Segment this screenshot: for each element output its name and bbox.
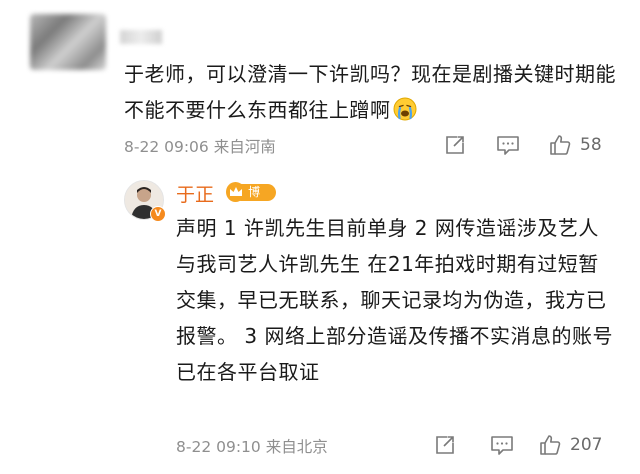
reply-meta-text: 8-22 09:10 来自北京	[176, 435, 328, 457]
comment-icon	[491, 436, 513, 455]
reply-location: 来自北京	[265, 438, 328, 456]
comment-icon	[497, 136, 519, 155]
share-icon	[446, 136, 464, 154]
like-count: 58	[580, 135, 602, 155]
share-button[interactable]	[444, 133, 466, 157]
reply-body: 声明 1 许凯先生目前单身 2 网传造谣涉及艺人与我司艺人许凯先生 在21年拍戏…	[176, 216, 613, 384]
crying-face-icon	[393, 96, 417, 132]
comment-text: 于老师，可以澄清一下许凯吗？现在是剧播关键时期能不能不要什么东西都往上蹭啊	[124, 62, 616, 122]
like-button[interactable]: 58	[548, 133, 602, 157]
reply-time: 8-22 09:10	[176, 438, 261, 456]
share-icon	[436, 436, 454, 454]
reply-share-button[interactable]	[434, 433, 456, 457]
verified-badge-icon: V	[150, 206, 166, 222]
reply-button[interactable]	[496, 133, 520, 157]
commenter-avatar[interactable]	[30, 14, 106, 70]
comment-meta: 8-22 09:06 来自河南 58	[124, 133, 620, 157]
crown-icon	[226, 182, 246, 202]
author-name[interactable]: 于正	[176, 180, 214, 207]
comment-location: 来自河南	[213, 138, 276, 156]
thumbs-up-icon	[550, 135, 571, 155]
comment-body: 于老师，可以澄清一下许凯吗？现在是剧播关键时期能不能不要什么东西都往上蹭啊	[124, 56, 624, 132]
commenter-name[interactable]	[120, 30, 162, 44]
comment-time: 8-22 09:06	[124, 138, 209, 156]
reply-like-button[interactable]: 207	[538, 433, 602, 457]
thumbs-up-icon	[540, 435, 561, 455]
reply-meta: 8-22 09:10 来自北京 207	[176, 433, 620, 457]
like-count: 207	[570, 435, 603, 455]
reply-comment-button[interactable]	[490, 433, 514, 457]
blogger-badge: 博主	[226, 182, 276, 216]
comment-meta-text: 8-22 09:06 来自河南	[124, 135, 276, 157]
